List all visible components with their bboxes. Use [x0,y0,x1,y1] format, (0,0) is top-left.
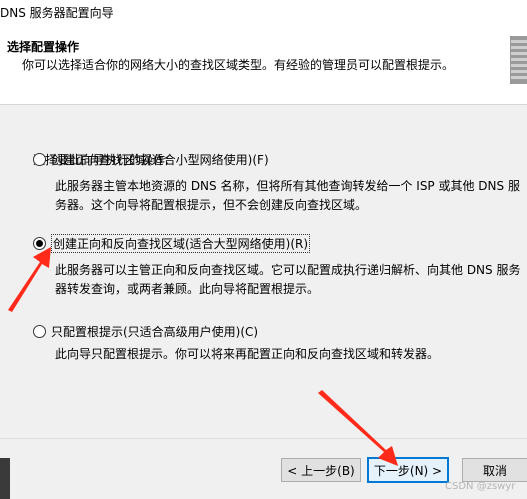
title-bar: DNS 服务器配置向导 [0,0,527,26]
watermark: CSDN @zswyr [445,481,516,492]
page-description: 你可以选择适合你的网络大小的查找区域类型。有经验的管理员可以配置根提示。 [22,58,455,72]
window-title: DNS 服务器配置向导 [0,6,114,20]
forward-and-reverse-description: 此服务器可以主管正向和反向查找区域。它可以配置成执行递归解析、向其他 DNS 服… [55,263,521,296]
forward-and-reverse-label[interactable]: 创建正向和反向查找区域(适合大型网络使用)(R) [51,233,311,253]
page-title: 选择配置操作 [7,40,80,54]
server-icon [510,36,527,84]
cancel-button[interactable]: 取消 [462,458,527,482]
background-frame [0,458,10,499]
forward-only-description: 此服务器主管本地资源的 DNS 名称，但将所有其他查询转发给一个 ISP 或其他… [55,179,520,212]
root-hints-description: 此向导只配置根提示。你可以将来再配置正向和反向查找区域和转发器。 [55,347,440,361]
root-hints-radio[interactable] [33,324,46,338]
option-forward-only[interactable]: 创建正向查找区域(适合小型网络使用)(F) [33,150,269,168]
forward-only-label[interactable]: 创建正向查找区域(适合小型网络使用)(F) [51,151,269,168]
option-root-hints-only[interactable]: 只配置根提示(只适合高级用户使用)(C) [33,322,258,340]
back-button[interactable]: < 上一步(B) [281,458,361,482]
wizard-header: 选择配置操作 你可以选择适合你的网络大小的查找区域类型。有经验的管理员可以配置根… [0,26,527,105]
forward-only-radio[interactable] [33,152,46,166]
next-button[interactable]: 下一步(N) > [367,457,449,483]
option-forward-and-reverse[interactable]: 创建正向和反向查找区域(适合大型网络使用)(R) [33,233,311,253]
forward-and-reverse-radio[interactable] [33,236,46,250]
root-hints-label[interactable]: 只配置根提示(只适合高级用户使用)(C) [51,323,258,340]
